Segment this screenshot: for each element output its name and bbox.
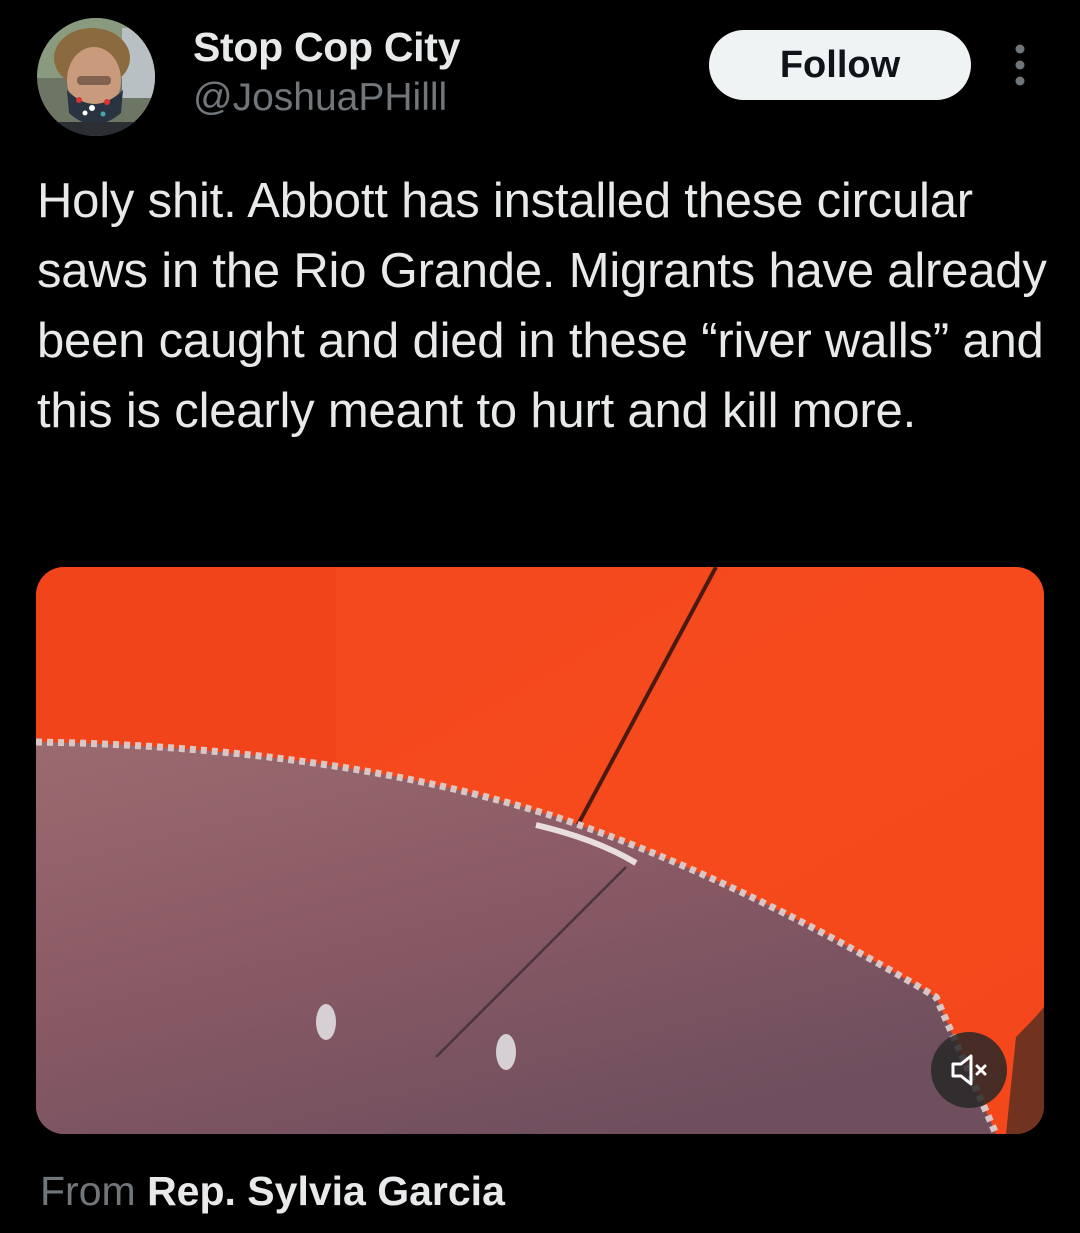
more-vertical-icon [1015,44,1025,86]
media-attribution: From Rep. Sylvia Garcia [40,1168,505,1215]
tweet-text: Holy shit. Abbott has installed these ci… [37,174,1047,438]
author-handle[interactable]: @JoshuaPHilll [193,76,447,120]
video-frame [36,567,1044,1134]
author-display-name[interactable]: Stop Cop City [193,24,460,71]
mute-toggle-button[interactable] [931,1032,1007,1108]
more-options-button[interactable] [1000,40,1040,90]
avatar[interactable] [37,18,155,136]
tweet-video[interactable] [36,567,1044,1134]
attribution-prefix: From [40,1168,136,1214]
volume-muted-icon [951,1054,987,1086]
attribution-source-link[interactable]: Rep. Sylvia Garcia [147,1168,505,1214]
follow-button[interactable]: Follow [709,30,971,100]
